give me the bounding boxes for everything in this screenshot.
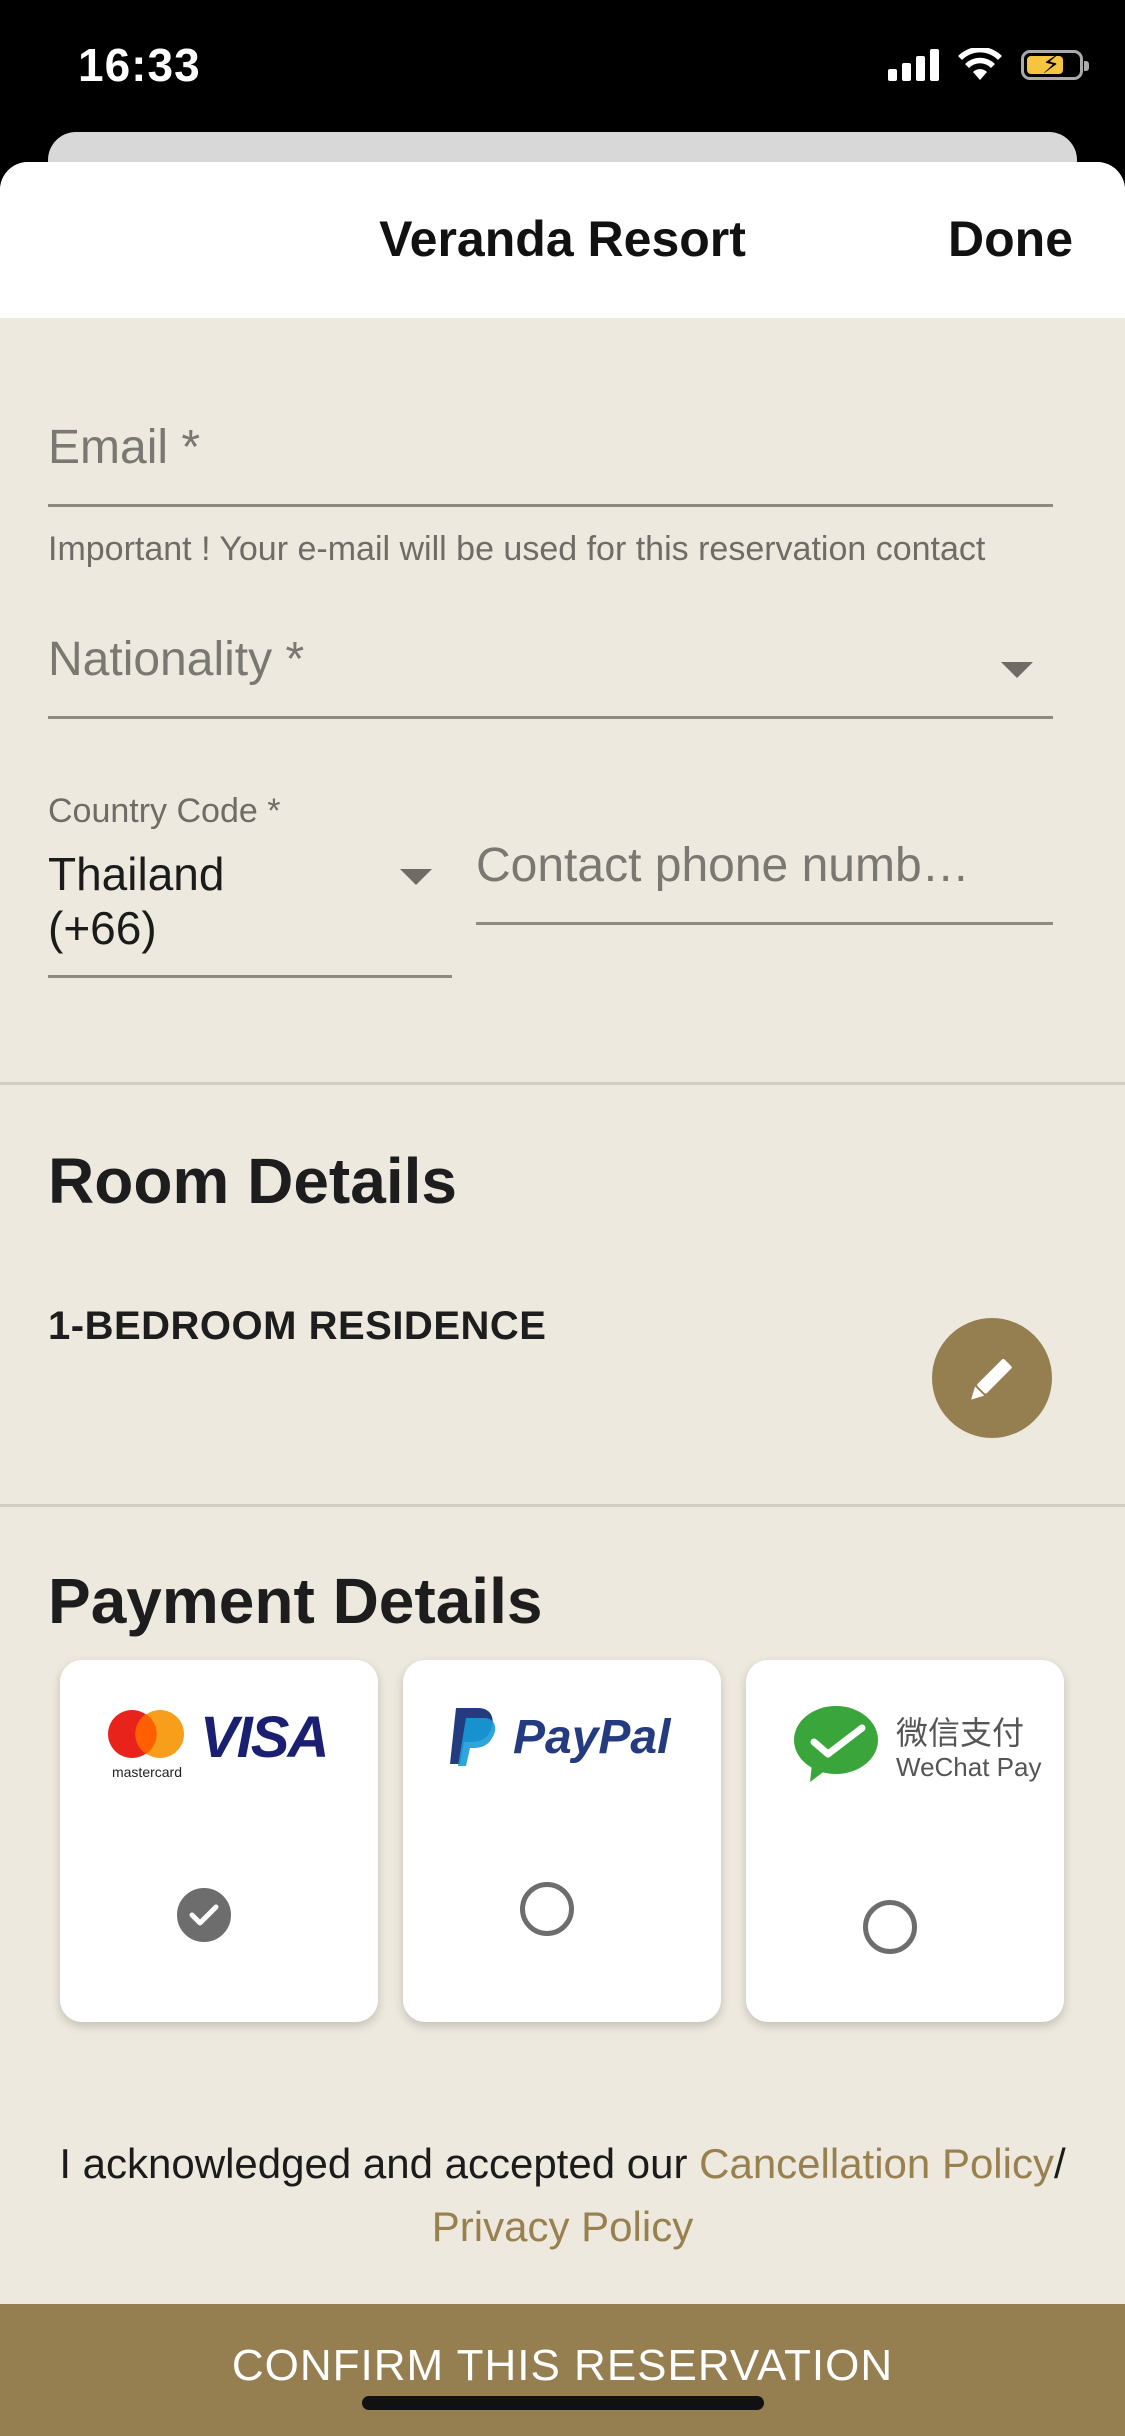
payment-details-title: Payment Details	[48, 1565, 543, 1637]
room-name: 1-BEDROOM RESIDENCE	[48, 1304, 547, 1348]
reservation-sheet: Veranda Resort Done Email * Important ! …	[0, 162, 1125, 2436]
chevron-down-icon	[400, 869, 432, 885]
wechat-pay-chinese: 微信支付	[896, 1714, 1025, 1752]
nationality-select[interactable]: Nationality *	[48, 632, 1053, 719]
paypal-wordmark: PayPal	[513, 1711, 671, 1764]
home-indicator	[362, 2396, 764, 2410]
visa-logo: VISA	[200, 1705, 329, 1770]
wechat-pay-english: WeChat Pay	[896, 1752, 1042, 1782]
edit-room-button[interactable]	[932, 1318, 1052, 1438]
status-bar: 16:33 ⚡	[0, 0, 1125, 132]
confirm-reservation-button[interactable]: CONFIRM THIS RESERVATION	[0, 2304, 1125, 2436]
nav-bar: Veranda Resort Done	[0, 162, 1125, 318]
privacy-policy-link[interactable]: Privacy Policy	[432, 2203, 693, 2250]
section-divider	[0, 1504, 1125, 1507]
status-time: 16:33	[78, 39, 201, 91]
payment-option-card-visa[interactable]: mastercard VISA	[60, 1660, 378, 2022]
country-code-value-name: Thailand	[48, 848, 225, 900]
nationality-placeholder: Nationality *	[48, 633, 305, 686]
cancellation-policy-link[interactable]: Cancellation Policy	[699, 2140, 1054, 2187]
wifi-icon	[958, 48, 1002, 80]
room-details-title: Room Details	[48, 1145, 457, 1217]
pencil-icon	[971, 1359, 1012, 1400]
phone-placeholder: Contact phone numb…	[476, 839, 970, 892]
email-helper-text: Important ! Your e-mail will be used for…	[48, 530, 986, 568]
policy-separator: /	[1053, 2140, 1066, 2187]
acknowledgement-text: I acknowledged and accepted our	[59, 2140, 700, 2187]
payment-radio-selected[interactable]	[177, 1888, 231, 1942]
wechat-pay-logo-icon	[794, 1706, 878, 1782]
country-code-select[interactable]: Thailand (+66)	[48, 847, 452, 978]
paypal-logo-icon	[450, 1708, 496, 1766]
payment-radio[interactable]	[520, 1882, 574, 1936]
status-icons: ⚡	[888, 48, 1089, 82]
payment-option-card-paypal[interactable]: PayPal	[403, 1660, 721, 2022]
email-placeholder: Email *	[48, 421, 201, 474]
policy-acknowledgement: I acknowledged and accepted our Cancella…	[30, 2132, 1095, 2258]
battery-charging-icon: ⚡	[1021, 50, 1089, 80]
chevron-down-icon	[1001, 662, 1033, 678]
section-divider	[0, 1082, 1125, 1085]
checkmark-icon	[189, 1904, 219, 1926]
payment-radio[interactable]	[863, 1900, 917, 1954]
email-field[interactable]: Email *	[48, 420, 1053, 507]
mastercard-wordmark: mastercard	[111, 1764, 183, 1780]
country-code-label: Country Code *	[48, 792, 281, 830]
done-button[interactable]: Done	[948, 210, 1073, 268]
payment-option-card-wechat[interactable]: 微信支付 WeChat Pay	[746, 1660, 1064, 2022]
country-code-value-code: (+66)	[48, 902, 157, 954]
phone-input[interactable]: Contact phone numb…	[476, 838, 1053, 925]
cellular-signal-icon	[888, 49, 939, 81]
